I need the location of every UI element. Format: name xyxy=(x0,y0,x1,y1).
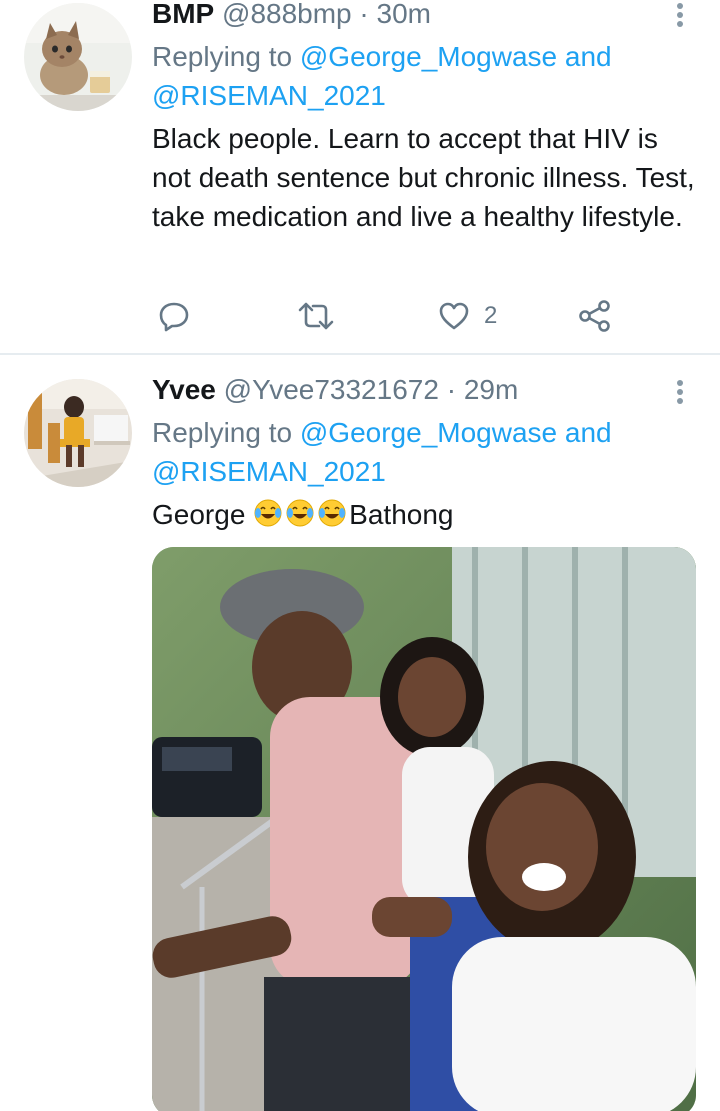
tweet-actions: 2 xyxy=(152,294,632,338)
tweet-text: George Bathong xyxy=(152,495,702,534)
mention-link[interactable]: @George_Mogwase xyxy=(300,417,557,448)
display-name[interactable]: BMP xyxy=(152,0,214,29)
face-with-tears-of-joy-icon xyxy=(253,498,283,528)
tweet-text-end: Bathong xyxy=(349,499,453,530)
retweet-button[interactable] xyxy=(298,294,334,338)
mention-link[interactable]: @RISEMAN_2021 xyxy=(152,80,386,111)
more-vertical-icon[interactable] xyxy=(670,0,690,30)
user-handle[interactable]: @Yvee73321672 xyxy=(224,374,439,405)
like-button[interactable]: 2 xyxy=(438,294,497,338)
separator-dot: · xyxy=(447,374,456,405)
retweet-icon xyxy=(298,300,334,332)
mention-link[interactable]: @RISEMAN_2021 xyxy=(152,456,386,487)
replying-prefix: Replying to xyxy=(152,417,292,448)
and-word: and xyxy=(565,417,612,448)
more-vertical-icon[interactable] xyxy=(670,377,690,407)
replying-to: Replying to @George_Mogwase and @RISEMAN… xyxy=(152,413,692,491)
tweet-text-start: George xyxy=(152,499,253,530)
replying-to: Replying to @George_Mogwase and @RISEMAN… xyxy=(152,37,692,115)
tweet-header: Yvee @Yvee73321672 · 29m xyxy=(152,373,518,407)
tweet-text: Black people. Learn to accept that HIV i… xyxy=(152,119,702,236)
user-handle[interactable]: @888bmp xyxy=(222,0,352,29)
tweet-header: BMP @888bmp · 30m xyxy=(152,0,431,31)
face-with-tears-of-joy-icon xyxy=(317,498,347,528)
emoji-group xyxy=(253,499,349,530)
tweet-photo[interactable] xyxy=(152,547,696,1111)
tweet[interactable]: Yvee @Yvee73321672 · 29m Replying to @Ge… xyxy=(0,355,720,1111)
timestamp[interactable]: 30m xyxy=(377,0,431,29)
separator-dot: · xyxy=(359,0,368,29)
reply-button[interactable] xyxy=(158,294,190,338)
mention-link[interactable]: @George_Mogwase xyxy=(300,41,557,72)
share-icon xyxy=(578,299,612,333)
avatar-bmp[interactable] xyxy=(24,3,132,111)
share-button[interactable] xyxy=(578,294,612,338)
avatar-yvee[interactable] xyxy=(24,379,132,487)
reply-icon xyxy=(158,300,190,332)
timestamp[interactable]: 29m xyxy=(464,374,518,405)
and-word: and xyxy=(565,41,612,72)
display-name[interactable]: Yvee xyxy=(152,374,216,405)
face-with-tears-of-joy-icon xyxy=(285,498,315,528)
tweet[interactable]: BMP @888bmp · 30m Replying to @George_Mo… xyxy=(0,0,720,354)
replying-prefix: Replying to xyxy=(152,41,292,72)
heart-icon xyxy=(438,301,470,331)
like-count: 2 xyxy=(484,302,497,330)
